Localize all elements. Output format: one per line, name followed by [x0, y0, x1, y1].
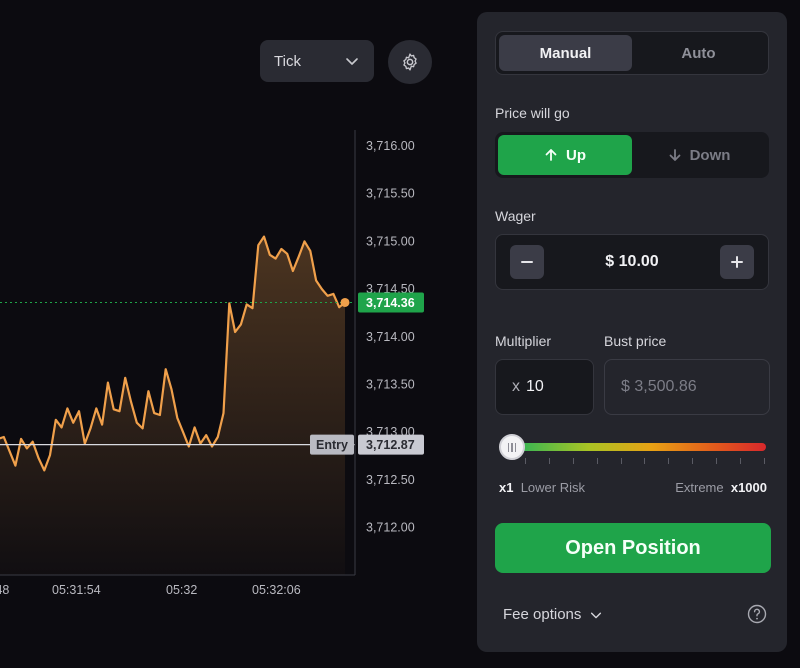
entry-price-value: 3,712.87 — [366, 438, 415, 452]
chevron-down-icon — [346, 58, 358, 65]
chart-settings-button[interactable] — [388, 40, 432, 84]
wager-input[interactable]: $ 10.00 — [495, 234, 769, 290]
multiplier-value: 10 — [526, 378, 544, 395]
risk-min-label: Lower Risk — [520, 480, 585, 495]
risk-slider-track[interactable] — [512, 443, 766, 451]
direction-toggle: Up Down — [495, 132, 769, 178]
arrow-up-icon — [545, 149, 557, 161]
bust-price-value: $ 3,500.86 — [621, 378, 697, 395]
entry-label: Entry — [316, 438, 348, 452]
minus-icon — [521, 261, 533, 263]
y-tick-label: 3,715.50 — [366, 187, 415, 201]
chart-controls: Tick — [260, 40, 432, 84]
y-tick-label: 3,716.00 — [366, 139, 415, 153]
bust-price-label: Bust price — [604, 333, 667, 349]
risk-slider-ticks — [525, 458, 765, 464]
multiplier-label: Multiplier — [495, 333, 552, 349]
interval-select[interactable]: Tick — [260, 40, 374, 82]
tab-manual[interactable]: Manual — [499, 35, 632, 71]
x-tick-label: :48 — [0, 583, 9, 597]
up-button[interactable]: Up — [498, 135, 632, 175]
risk-scale-max: Extreme x1000 — [675, 480, 767, 495]
x-tick-label: 05:32:06 — [252, 583, 301, 597]
gear-icon — [403, 53, 417, 71]
help-icon[interactable] — [747, 604, 767, 624]
open-position-button[interactable]: Open Position — [495, 523, 771, 573]
price-area — [0, 236, 345, 575]
price-chart[interactable]: 3,716.00 3,715.50 3,715.00 3,714.50 3,714.00… — [0, 0, 470, 668]
mode-toggle: Manual Auto — [495, 31, 769, 75]
wager-label: Wager — [495, 208, 536, 224]
risk-min-value: x1 — [499, 480, 514, 495]
wager-decrease-button[interactable] — [510, 245, 544, 279]
risk-max-label: Extreme — [675, 480, 724, 495]
current-price-dot — [340, 297, 350, 307]
up-label: Up — [566, 146, 586, 164]
down-button[interactable]: Down — [632, 135, 766, 175]
y-tick-label: 3,712.00 — [366, 521, 415, 535]
y-tick-label: 3,715.00 — [366, 234, 415, 248]
current-price-value: 3,714.36 — [366, 296, 415, 310]
direction-label: Price will go — [495, 105, 570, 121]
risk-max-value: x1000 — [730, 480, 767, 495]
chart-canvas[interactable]: 3,716.003,715.503,715.003,714.503,714.00… — [0, 0, 470, 668]
risk-scale-min: x1 Lower Risk — [499, 480, 585, 495]
trade-panel: Manual Auto Price will go Up Down Wager … — [477, 12, 787, 652]
down-label: Down — [689, 146, 731, 164]
multiplier-prefix: x — [512, 378, 520, 395]
fee-options-toggle[interactable]: Fee options — [503, 606, 603, 623]
chevron-down-icon — [591, 612, 602, 618]
x-tick-label: 05:32 — [166, 583, 197, 597]
bust-price-field: $ 3,500.86 — [604, 359, 770, 415]
wager-increase-button[interactable] — [719, 245, 754, 279]
arrow-down-icon — [669, 149, 680, 161]
fee-options-label: Fee options — [503, 606, 582, 623]
y-tick-label: 3,714.00 — [366, 330, 415, 344]
y-tick-label: 3,713.50 — [366, 378, 415, 392]
plus-icon — [730, 256, 743, 268]
wager-value: $ 10.00 — [605, 253, 659, 270]
interval-select-value: Tick — [274, 52, 301, 70]
risk-slider-handle[interactable] — [499, 434, 525, 460]
multiplier-input[interactable]: x 10 — [495, 359, 594, 415]
x-tick-label: 05:31:54 — [52, 583, 101, 597]
y-tick-label: 3,712.50 — [366, 473, 415, 487]
tab-auto[interactable]: Auto — [632, 35, 765, 71]
